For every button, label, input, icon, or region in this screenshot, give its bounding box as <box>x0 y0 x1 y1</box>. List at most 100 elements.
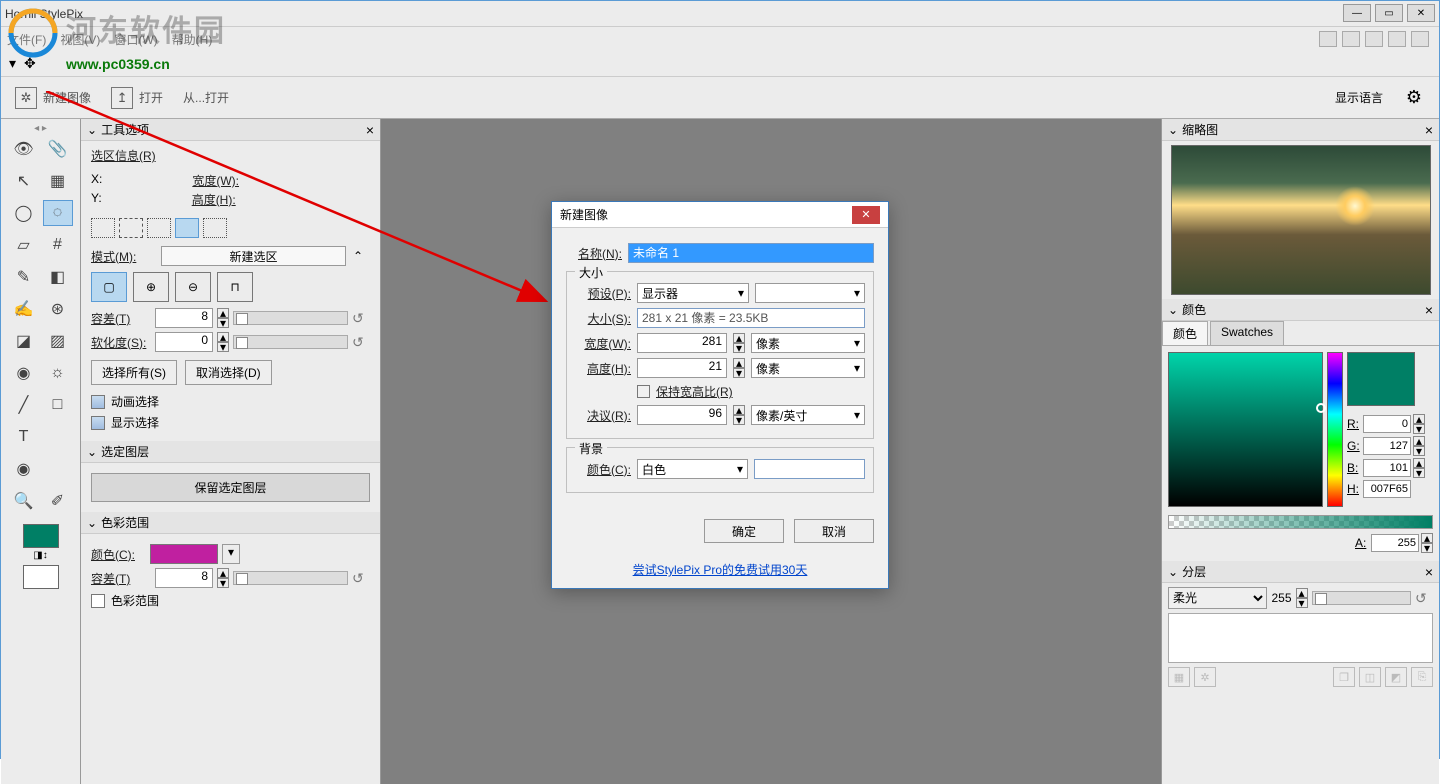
correction-tool-icon[interactable]: ✍ <box>9 296 39 322</box>
minimize-button[interactable]: — <box>1343 4 1371 22</box>
blend-mode-dropdown[interactable]: 柔光 <box>1168 587 1267 609</box>
eraser-tool-icon[interactable]: ◧ <box>43 264 73 290</box>
lasso-tool-icon[interactable]: ◌ <box>43 200 73 226</box>
show-select-checkbox[interactable] <box>91 416 105 430</box>
layer-fx-icon[interactable]: ✲ <box>1194 667 1216 687</box>
h-input[interactable] <box>1363 480 1411 498</box>
sel-shape-free[interactable] <box>175 218 199 238</box>
display-language-button[interactable]: 显示语言 <box>1335 89 1383 106</box>
sel-shape-add[interactable] <box>119 218 143 238</box>
pattern-tool-icon[interactable]: ▨ <box>43 328 73 354</box>
mode-dropdown[interactable]: 新建选区 <box>161 246 346 266</box>
color-range-checkbox[interactable] <box>91 594 105 608</box>
layer-del-icon[interactable]: ◩ <box>1385 667 1407 687</box>
layer-new-icon[interactable]: ▦ <box>1168 667 1190 687</box>
grid-tool-icon[interactable]: # <box>43 232 73 258</box>
height-input[interactable]: 21 <box>637 358 727 378</box>
tool-options-header[interactable]: ⌄ 工具选项 × <box>81 119 380 141</box>
pointer-tool-icon[interactable]: ↖ <box>9 168 39 194</box>
selection-info-link[interactable]: 选区信息(R) <box>91 147 370 164</box>
width-unit-dropdown[interactable]: 像素▾ <box>751 333 865 353</box>
hue-slider[interactable] <box>1327 352 1343 507</box>
layer-copy-icon[interactable]: ⎘ <box>1411 667 1433 687</box>
close-icon[interactable]: × <box>1425 564 1433 580</box>
mode-add-icon[interactable]: ⊕ <box>133 272 169 302</box>
anim-select-checkbox[interactable] <box>91 395 105 409</box>
background-color[interactable] <box>23 565 59 589</box>
width-input[interactable]: 281 <box>637 333 727 353</box>
bg-color-dropdown[interactable]: 白色▾ <box>637 459 748 479</box>
resolution-unit-dropdown[interactable]: 像素/英寸▾ <box>751 405 865 425</box>
close-button[interactable]: ✕ <box>1407 4 1435 22</box>
deselect-button[interactable]: 取消选择(D) <box>185 360 272 385</box>
text-tool-icon[interactable]: T <box>9 424 39 450</box>
color-range-header[interactable]: ⌄色彩范围 <box>81 512 380 534</box>
crop-tool-icon[interactable]: ▱ <box>9 232 39 258</box>
brush-tool-icon[interactable]: ✎ <box>9 264 39 290</box>
new-image-button[interactable]: ✲ 新建图像 <box>15 87 91 109</box>
alpha-slider[interactable] <box>1168 515 1433 529</box>
toggle-sliders-icon[interactable] <box>1319 31 1337 47</box>
eye-tool-icon[interactable]: 👁 <box>9 136 39 162</box>
a-input[interactable] <box>1371 534 1419 552</box>
light-tool-icon[interactable]: ☼ <box>43 360 73 386</box>
ok-button[interactable]: 确定 <box>704 519 784 543</box>
trial-link[interactable]: 尝试StylePix Pro的免费试用30天 <box>633 563 808 577</box>
toggle-histogram-icon[interactable] <box>1388 31 1406 47</box>
sel-shape-poly[interactable] <box>203 218 227 238</box>
color-gradient-picker[interactable] <box>1168 352 1323 507</box>
b-input[interactable] <box>1363 459 1411 477</box>
keep-selected-layers-button[interactable]: 保留选定图层 <box>91 473 370 502</box>
toggle-levels-icon[interactable] <box>1342 31 1360 47</box>
current-color-swatch[interactable] <box>1347 352 1415 406</box>
g-input[interactable] <box>1363 437 1411 455</box>
tolerance-slider[interactable] <box>233 311 348 325</box>
reset-icon[interactable]: ↺ <box>352 334 370 351</box>
layer-dup-icon[interactable]: ❐ <box>1333 667 1355 687</box>
tolerance-input[interactable]: 8 <box>155 308 213 328</box>
height-unit-dropdown[interactable]: 像素▾ <box>751 358 865 378</box>
close-icon[interactable]: × <box>1425 302 1433 318</box>
r-input[interactable] <box>1363 415 1411 433</box>
clone-tool-icon[interactable]: ⊛ <box>43 296 73 322</box>
name-input[interactable]: 未命名 1 <box>628 243 874 263</box>
ellipse-select-icon[interactable]: ◯ <box>9 200 39 226</box>
cr-tolerance-slider[interactable] <box>233 571 348 585</box>
cancel-button[interactable]: 取消 <box>794 519 874 543</box>
line-tool-icon[interactable]: ╱ <box>9 392 39 418</box>
eyedropper-tool-icon[interactable]: ✐ <box>43 488 73 514</box>
sel-shape-ellipse[interactable] <box>147 218 171 238</box>
feather-slider[interactable] <box>233 335 348 349</box>
close-icon[interactable]: × <box>366 122 374 138</box>
mode-sub-icon[interactable]: ⊖ <box>175 272 211 302</box>
toggle-image-icon[interactable] <box>1365 31 1383 47</box>
dialog-close-button[interactable]: ✕ <box>852 206 880 224</box>
maximize-button[interactable]: ▭ <box>1375 4 1403 22</box>
thumbnail-image[interactable] <box>1171 145 1431 295</box>
cr-tolerance-input[interactable]: 8 <box>155 568 213 588</box>
shapes-tool-icon[interactable]: ◉ <box>9 456 39 482</box>
open-from-button[interactable]: 从...打开 <box>183 89 229 106</box>
resolution-input[interactable]: 96 <box>637 405 727 425</box>
open-button[interactable]: ↥ 打开 <box>111 87 163 109</box>
sel-shape-rect[interactable] <box>91 218 115 238</box>
preset-dropdown[interactable]: 显示器▾ <box>637 283 749 303</box>
gradient-tool-icon[interactable]: ◪ <box>9 328 39 354</box>
gear-icon[interactable]: ⚙ <box>1403 87 1425 109</box>
bg-color-preview[interactable] <box>754 459 865 479</box>
feather-input[interactable]: 0 <box>155 332 213 352</box>
layer-merge-icon[interactable]: ◫ <box>1359 667 1381 687</box>
layers-header[interactable]: ⌄分层× <box>1162 561 1439 583</box>
redeye-tool-icon[interactable]: ◉ <box>9 360 39 386</box>
tab-swatches[interactable]: Swatches <box>1210 321 1284 345</box>
reset-icon[interactable]: ↺ <box>352 310 370 327</box>
rect-tool-icon[interactable]: □ <box>43 392 73 418</box>
marquee-tool-icon[interactable]: ▦ <box>43 168 73 194</box>
opacity-slider[interactable] <box>1312 591 1411 605</box>
swap-colors-icon[interactable]: ◨↕ <box>3 550 78 561</box>
toggle-list-icon[interactable] <box>1411 31 1429 47</box>
color-panel-header[interactable]: ⌄颜色× <box>1162 299 1439 321</box>
select-all-button[interactable]: 选择所有(S) <box>91 360 177 385</box>
selected-layers-header[interactable]: ⌄选定图层 <box>81 441 380 463</box>
thumbnail-header[interactable]: ⌄缩略图× <box>1162 119 1439 141</box>
